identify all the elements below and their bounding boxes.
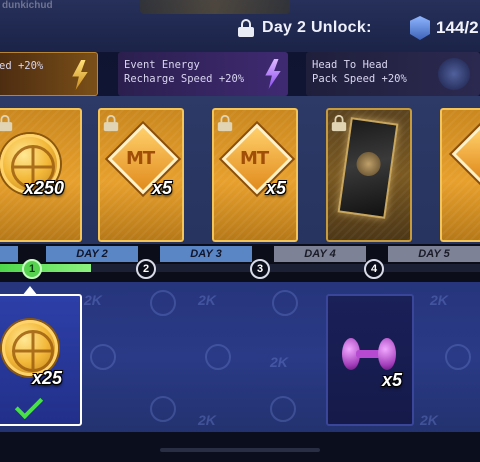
watermark-2k: 2K — [420, 412, 438, 428]
lock-icon — [217, 114, 233, 132]
basketball-watermark-icon — [150, 290, 176, 316]
lock-icon — [0, 114, 13, 132]
top-banner — [140, 0, 290, 14]
watermark-2k: 2K — [198, 412, 216, 428]
reward-quantity: x250 — [24, 178, 65, 198]
basketball-watermark-icon — [270, 396, 296, 422]
timeline-node-2[interactable]: 2 — [136, 259, 156, 279]
mt-token-label: MT — [126, 148, 155, 169]
boost-banner-2[interactable]: Event Energy Recharge Speed +20% — [118, 52, 288, 96]
basketball-watermark-icon — [445, 344, 471, 370]
dumbbell-icon — [340, 334, 400, 374]
boost-text-1: ed +20% — [0, 60, 44, 72]
lightning-bolt-purple-icon — [265, 59, 281, 89]
day-tab-5: DAY 5 — [388, 246, 480, 262]
watermark-2k: 2K — [270, 354, 288, 370]
watermark-2k: 2K — [84, 292, 102, 308]
lock-icon — [331, 114, 347, 132]
boost-text-2: Event Energy Recharge Speed +20% — [124, 59, 245, 85]
basketball-watermark-icon — [205, 344, 231, 370]
head-to-head-logo-icon — [438, 58, 470, 90]
upcoming-reward-quantity: x5 — [382, 370, 403, 390]
basketball-watermark-icon — [150, 396, 176, 422]
boost-banner-3[interactable]: Head To Head Pack Speed +20% — [306, 52, 480, 96]
mt-token-label: MT — [240, 148, 269, 169]
username-label: dunkichud — [2, 0, 53, 11]
watermark-2k: 2K — [430, 292, 448, 308]
badge-count: 144/2 — [436, 18, 479, 37]
watermark-2k: 2K — [198, 292, 216, 308]
day-tab-1 — [0, 246, 18, 262]
lock-icon — [103, 114, 119, 132]
timeline-node-3[interactable]: 3 — [250, 259, 270, 279]
timeline-node-1[interactable]: 1 — [22, 259, 42, 279]
home-indicator[interactable] — [160, 448, 320, 452]
timeline-node-4[interactable]: 4 — [364, 259, 384, 279]
basketball-watermark-icon — [272, 290, 298, 316]
lock-icon — [238, 19, 254, 37]
bottom-bar — [0, 432, 480, 462]
boost-banner-1[interactable]: ed +20% — [0, 52, 98, 96]
reward-quantity: x5 — [266, 178, 287, 198]
game-screen: dunkichud Day 2 Unlock: 144/2 ed +20% Ev… — [0, 0, 480, 462]
claimed-reward-quantity: x25 — [32, 368, 63, 388]
day-tab-4: DAY 4 — [274, 246, 366, 262]
unlock-label: Day 2 Unlock: — [262, 19, 372, 36]
day-tab-2: DAY 2 — [46, 246, 138, 262]
reward-quantity: x5 — [152, 178, 173, 198]
lightning-bolt-gold-icon — [72, 60, 88, 90]
day-tab-3: DAY 3 — [160, 246, 252, 262]
progress-fill — [0, 264, 92, 272]
boost-text-3: Head To Head Pack Speed +20% — [312, 59, 407, 85]
basketball-watermark-icon — [90, 344, 116, 370]
